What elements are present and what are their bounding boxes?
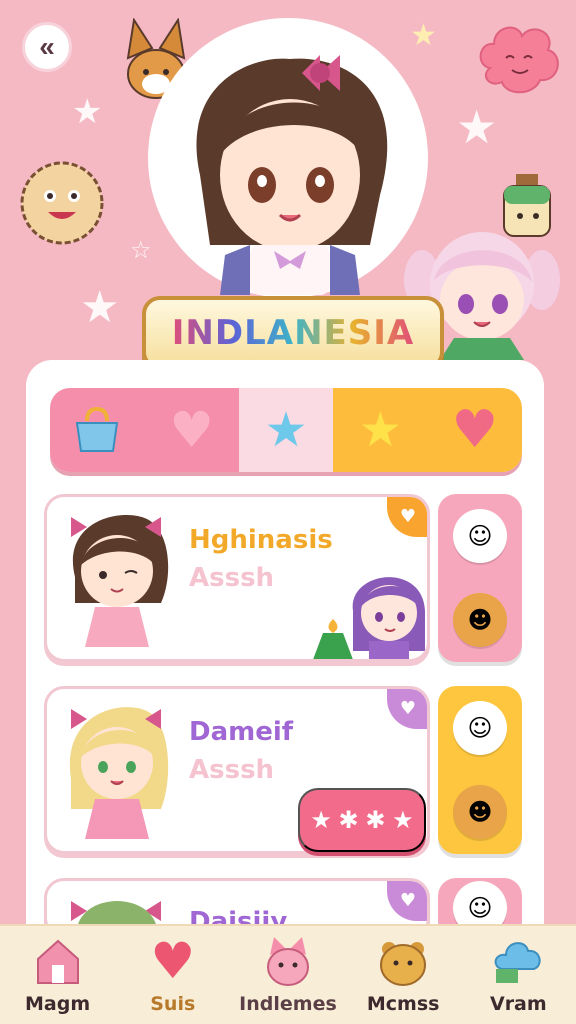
tab-likes[interactable]: ♥ (427, 388, 522, 472)
nav-item-characters[interactable]: Indlemes (233, 935, 343, 1015)
back-button[interactable]: « (22, 22, 72, 72)
tab-shop[interactable] (50, 388, 145, 472)
bear-icon (380, 942, 427, 986)
hero-character-illustration (196, 55, 388, 295)
house-icon (36, 939, 79, 984)
favorite-heart-icon[interactable]: ♥ (387, 881, 427, 921)
star-icon: ★ (410, 18, 437, 53)
nav-item-favorites[interactable]: ♥ Suis (118, 932, 228, 1015)
nav-label: Mcmss (366, 993, 440, 1015)
tab-stars[interactable]: ★ (238, 388, 334, 472)
character-name: Dameif (189, 717, 294, 747)
heart-icon: ♥ (150, 932, 196, 990)
pink-cloud-mascot-icon (479, 26, 559, 94)
tab-favorites[interactable]: ♥ (144, 388, 239, 472)
tab-rewards[interactable]: ★ (333, 388, 428, 472)
nav-item-messages[interactable]: Mcmss (348, 935, 458, 1015)
character-subtitle: Asssh (189, 563, 275, 593)
bag-icon (76, 406, 119, 452)
cloud-icon (495, 942, 541, 983)
card-side-actions: ☺ ☻ (438, 494, 522, 662)
favorite-heart-icon[interactable]: ♥ (387, 689, 427, 729)
character-subtitle: Asssh (189, 755, 275, 785)
nav-item-gallery[interactable]: Vram (463, 935, 573, 1015)
nav-item-home[interactable]: Magm (3, 935, 113, 1015)
ghost-icon: ☺ (467, 522, 493, 550)
heart-icon: ♥ (169, 401, 215, 459)
cookie-mascot-icon (20, 161, 104, 245)
banner-title: INDLANESIA (171, 313, 415, 353)
bear-face-button[interactable]: ☻ (453, 785, 507, 839)
star-icon: ★ (80, 282, 120, 333)
star-icon: ★ (72, 92, 103, 132)
ghost-icon: ☺ (467, 894, 493, 922)
ghost-face-button[interactable]: ☺ (453, 509, 507, 563)
ghost-face-button[interactable]: ☺ (453, 701, 507, 755)
rate-stars-button[interactable]: ★ ✱ ✱ ★ (298, 788, 426, 852)
star-icon: ★ (358, 402, 402, 458)
bear-icon: ☻ (467, 798, 493, 826)
card-side-actions: ☺ ☻ (438, 686, 522, 854)
nav-label: Vram (489, 993, 547, 1015)
star-icon: ☆ (130, 236, 152, 264)
nav-label: Suis (150, 993, 196, 1015)
star-icon: ★ (264, 402, 308, 458)
nav-label: Indlemes (239, 993, 337, 1015)
character-name: Hghinasis (189, 525, 333, 555)
character-portrait (71, 515, 169, 655)
back-arrow-icon: « (39, 31, 55, 62)
heart-icon: ♥ (451, 400, 499, 460)
cat-face-button[interactable]: ☻ (453, 593, 507, 647)
purple-hair-character-illustration (352, 577, 425, 659)
star-icon: ★ (456, 100, 498, 154)
character-portrait (69, 707, 169, 847)
cat-icon (266, 937, 309, 986)
title-banner: INDLANESIA (142, 296, 444, 370)
cat-icon: ☻ (467, 606, 493, 634)
ghost-icon: ☺ (467, 714, 493, 742)
category-tabbar: ♥ ★ ★ ♥ (50, 388, 522, 472)
star-rating-icon: ★ ✱ ✱ ★ (310, 806, 414, 834)
favorite-heart-icon[interactable]: ♥ (387, 497, 427, 537)
character-card[interactable]: ♥ Hghinasis Asssh (44, 494, 430, 662)
bottom-navigation: Magm ♥ Suis Indlemes Mcmss Vram (0, 924, 576, 1024)
nav-label: Magm (25, 993, 91, 1015)
